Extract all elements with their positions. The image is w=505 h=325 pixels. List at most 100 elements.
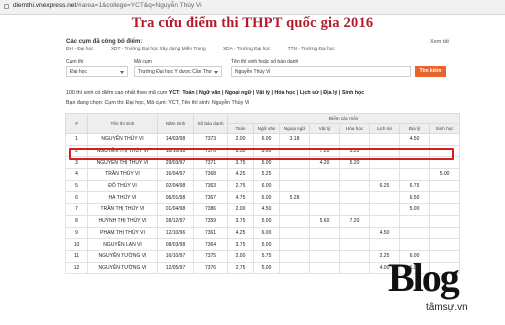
table-cell: 2.00 [227,133,254,146]
table-cell [428,179,461,193]
table-cell [309,179,340,193]
table-cell [369,238,400,251]
cluster-select[interactable]: Đại học [66,66,128,77]
table-cell: 4.25 [227,226,254,240]
table-cell [279,226,310,240]
table-cell: 5.00 [428,168,461,181]
candidate-name: HUỲNH THỊ THÚY VI [87,214,158,228]
col-history: Lịch sử [369,123,400,134]
table-cell: 5.00 [253,214,280,228]
table-cell: 4.25 [227,168,254,181]
table-cell: 16/04/97 [157,168,194,181]
table-cell [279,203,310,216]
table-cell: 08/03/98 [157,238,194,251]
table-cell: 14/03/98 [157,133,194,146]
table-cell: 7386 [193,203,228,216]
candidate-name: NGUYỄN THÚY VI [87,133,158,146]
table-cell [309,261,340,275]
table-cell: 12/10/96 [157,226,194,240]
table-cell [339,133,370,146]
name-search-value: Nguyễn Thúy Vi [235,69,271,75]
table-cell [279,238,310,251]
col-id: Số báo danh [193,113,228,134]
summary-code: YCT [168,90,180,96]
table-cell: 6.00 [253,133,280,146]
table-row: 1 NGUYỄN THÚY VI 14/03/98 7373 2.00 6.00 3.18 4… [65,133,461,146]
table-cell: 7361 [193,226,228,240]
table-cell [428,133,461,146]
table-cell: 2.00 [227,203,254,216]
table-cell: 2.75 [227,179,254,193]
table-cell: 5.60 [309,214,340,228]
browser-address-bar[interactable]: diemthi.vnexpress.net/#area=1&college=YC… [0,0,505,15]
table-cell: 6 [65,191,88,205]
candidate-name: NGUYỄN TƯỜNG VI [87,249,158,263]
table-cell [279,261,310,275]
candidate-name: TRẦN THÚY VI [87,168,158,181]
table-cell [279,179,310,193]
table-cell: 7373 [193,133,228,146]
table-cell: 16/10/97 [157,249,194,263]
table-cell: 7363 [193,179,228,193]
table-cell: 7367 [193,191,228,205]
table-cell: 3.75 [227,214,254,228]
table-cell: 7376 [193,261,228,275]
candidate-name: NGUYỄN TƯỜNG VI [87,261,158,275]
table-cell: 7375 [193,249,228,263]
col-birth: Năm sinh [157,113,194,134]
table-cell: 5.25 [253,168,280,181]
url-text[interactable]: diemthi.vnexpress.net/#area=1&college=YC… [13,2,202,9]
name-search-input[interactable]: Nguyễn Thúy Vi [231,66,411,77]
col-biology: Sinh học [428,123,461,134]
legend-item[interactable]: TTN - Trường Đại học [288,47,335,52]
table-cell: 4.50 [399,133,430,146]
subject-links[interactable]: Toán | Ngữ văn | Ngoại ngữ | Vật lý | Hó… [182,90,364,96]
highlight-box [69,148,454,160]
table-cell [309,191,340,205]
table-cell: 5 [65,179,88,193]
watermark-logo: Blog tâmsự.vn [388,252,500,322]
table-cell: 6.25 [369,179,400,193]
table-cell [279,249,310,263]
candidate-name: PHẠM THỊ THÚY VI [87,226,158,240]
search-button[interactable]: Tìm kiếm [415,66,446,77]
table-cell: 12 [65,261,88,275]
table-row: 5 ĐỖ THÚY VI 02/04/98 7363 2.75 6.00 6.25 6.75 [65,179,461,193]
table-cell: 4.50 [253,203,280,216]
code-select[interactable]: Trường Đại học Y dược Cần Thơ [134,66,222,77]
legend-item[interactable]: ĐH - Đại học [66,47,93,52]
filter-summary: Bạn đang chọn: Cụm thi: Đại học, Mã cụm:… [66,100,250,106]
table-cell: 4.50 [369,226,400,240]
table-cell [309,226,340,240]
clusters-legend: ĐH - Đại học XDT - Trường Đại học Xây dự… [66,47,351,52]
table-cell [309,133,340,146]
table-cell [369,191,400,205]
legend-item[interactable]: XDA - Trường Đại học [223,47,270,52]
table-cell: 5.00 [399,203,430,216]
page-title: Tra cứu điểm thi THPT quốc gia 2016 [131,15,374,31]
table-cell: 28/12/97 [157,214,194,228]
col-name: Tên thí sinh [87,113,158,134]
legend-item[interactable]: XDT - Trường Đại học Xây dựng Miền Trung [111,47,206,52]
table-cell: 7368 [193,168,228,181]
table-cell [428,203,461,216]
table-cell [399,168,430,181]
table-cell [339,226,370,240]
table-cell [399,238,430,251]
table-cell: 7359 [193,214,228,228]
table-cell: 02/04/98 [157,179,194,193]
cluster-label: Cụm thi [66,59,84,65]
table-cell [339,179,370,193]
watermark-brand: Blog [388,255,460,300]
candidate-name: NGUYỄN LAN VI [87,238,158,251]
table-cell [279,168,310,181]
col-literature: Ngữ văn [253,123,280,134]
lock-icon [4,4,9,9]
candidate-name: ĐỖ THÚY VI [87,179,158,193]
table-row: 4 TRẦN THÚY VI 16/04/97 7368 4.25 5.25 5.00 [65,168,461,181]
table-cell [399,226,430,240]
cluster-select-value: Đại học [70,69,87,75]
table-cell [339,238,370,251]
table-row: 9 PHẠM THỊ THÚY VI 12/10/96 7361 4.25 6.00 4.5… [65,226,461,240]
view-all-link[interactable]: Xem tất [430,39,449,45]
